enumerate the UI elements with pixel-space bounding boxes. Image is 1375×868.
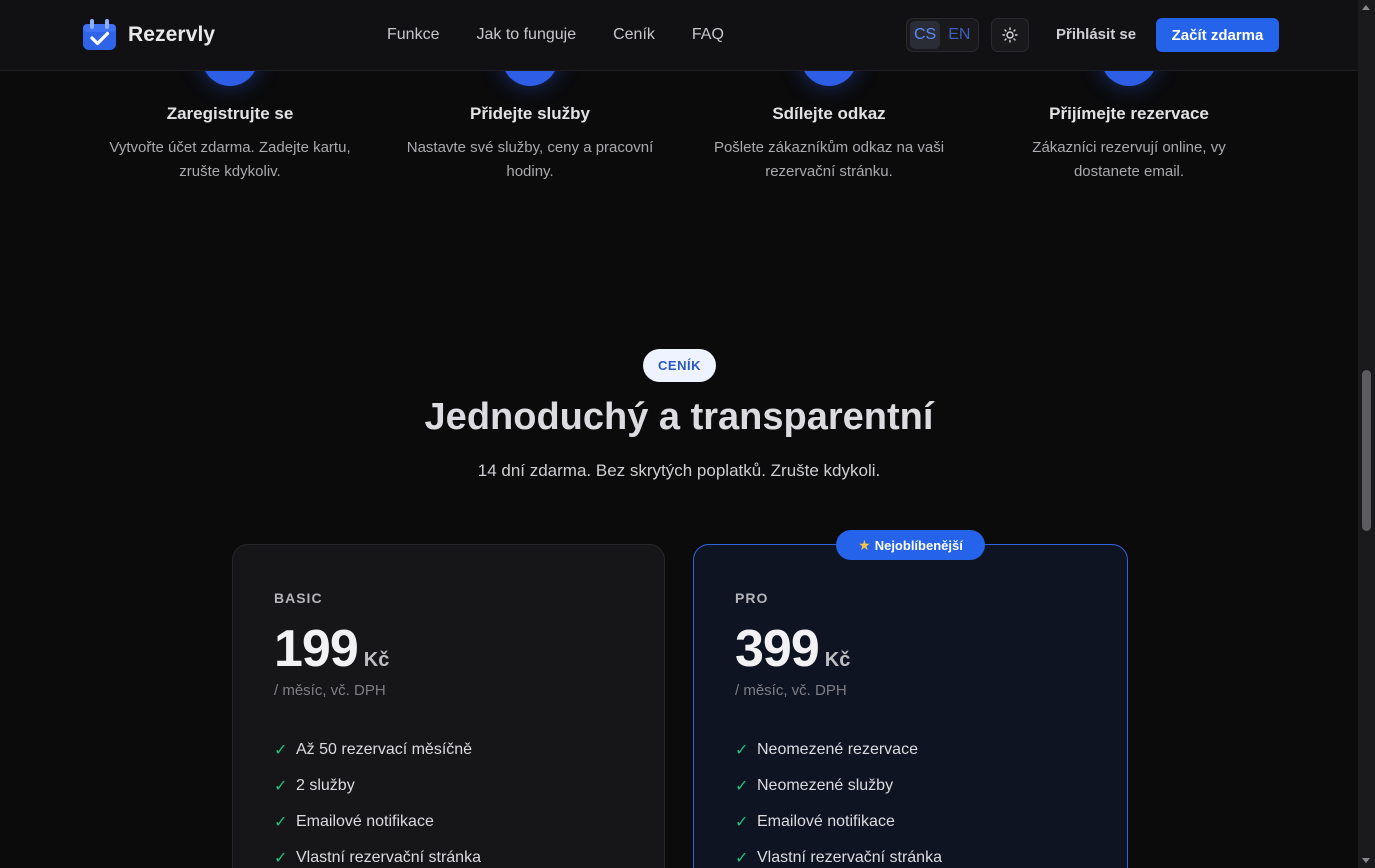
feature-item: ✓ Až 50 rezervací měsíčně xyxy=(274,732,481,768)
feature-text: Vlastní rezervační stránka xyxy=(757,849,942,866)
step-desc-line: Vytvořte účet zdarma. Zadejte kartu, xyxy=(109,139,351,156)
feature-list: ✓ Neomezené rezervace ✓ Neomezené služby ✓… xyxy=(735,732,942,868)
step-title: Zaregistrujte se xyxy=(166,104,294,123)
price-currency: Kč xyxy=(363,649,390,671)
scroll-down-arrow-icon[interactable] xyxy=(1362,858,1370,863)
step-title: Přidejte služby xyxy=(470,104,590,123)
star-icon: ★ xyxy=(858,536,871,553)
start-free-button[interactable]: Začít zdarma xyxy=(1156,18,1279,52)
logo[interactable]: Rezervly xyxy=(82,18,215,51)
login-link[interactable]: Přihlásit se xyxy=(1056,26,1136,43)
popular-badge-label: Nejoblíbenější xyxy=(874,537,963,553)
step-desc-line: Pošlete zákazníkům odkaz na vaši xyxy=(713,139,945,156)
check-icon: ✓ xyxy=(735,742,749,759)
price-period: / měsíc, vč. DPH xyxy=(274,682,386,699)
step-desc-line: rezervační stránku. xyxy=(765,163,893,180)
step-description: Pošlete zákazníkům odkaz na vaši rezerva… xyxy=(679,136,979,184)
feature-item: ✓ Neomezené rezervace xyxy=(735,732,942,768)
step-description: Vytvořte účet zdarma. Zadejte kartu, zru… xyxy=(80,136,380,184)
check-icon: ✓ xyxy=(274,742,288,759)
step-description: Zákazníci rezervují online, vy dostanete… xyxy=(979,136,1279,184)
lang-cs-button[interactable]: CS xyxy=(910,21,941,49)
step-desc-line: dostanete email. xyxy=(1073,163,1185,180)
nav-link-funkce[interactable]: Funkce xyxy=(387,26,439,44)
feature-list: ✓ Až 50 rezervací měsíčně ✓ 2 služby ✓ Emai… xyxy=(274,732,481,868)
step-desc-line: Zákazníci rezervují online, vy xyxy=(1032,139,1226,156)
feature-text: Vlastní rezervační stránka xyxy=(296,849,481,866)
feature-item: ✓ Vlastní rezervační stránka xyxy=(274,840,481,868)
check-icon: ✓ xyxy=(274,850,288,867)
price-amount: 199 xyxy=(274,620,359,678)
plan-name: BASIC xyxy=(274,590,323,606)
logo-text: Rezervly xyxy=(128,22,216,46)
step-4: Přijímejte rezervace Zákazníci rezervují… xyxy=(979,104,1279,184)
step-3: Sdílejte odkaz Pošlete zákazníkům odkaz … xyxy=(679,104,979,184)
feature-text: Až 50 rezervací měsíčně xyxy=(296,741,473,758)
nav-link-jak-to-funguje[interactable]: Jak to funguje xyxy=(476,26,576,44)
feature-item: ✓ 2 služby xyxy=(274,768,481,804)
feature-text: 2 služby xyxy=(296,777,355,794)
check-icon: ✓ xyxy=(735,850,749,867)
pricing-title: Jednoduchý a transparentní xyxy=(424,396,934,438)
top-navbar: Rezervly Funkce Jak to funguje Ceník FAQ… xyxy=(0,0,1358,71)
page-scrollbar[interactable] xyxy=(1358,0,1375,868)
feature-text: Emailové notifikace xyxy=(296,813,434,830)
feature-text: Neomezené služby xyxy=(757,777,894,794)
scrollbar-thumb[interactable] xyxy=(1362,370,1371,531)
price-amount: 399 xyxy=(735,620,820,678)
section-badge: CENÍK xyxy=(643,349,716,382)
step-desc-line: hodiny. xyxy=(506,163,554,180)
feature-text: Neomezené rezervace xyxy=(757,741,918,758)
feature-item: ✓ Neomezené služby xyxy=(735,768,942,804)
step-2: Přidejte služby Nastavte své služby, cen… xyxy=(380,104,680,184)
plan-card-pro: PRO 399 Kč / měsíc, vč. DPH ✓ Neomezené r… xyxy=(693,544,1128,868)
check-icon: ✓ xyxy=(735,814,749,831)
plan-price: 199 Kč xyxy=(274,619,389,679)
price-currency: Kč xyxy=(824,649,851,671)
step-title: Přijímejte rezervace xyxy=(1049,104,1209,123)
plan-price: 399 Kč xyxy=(735,619,850,679)
step-desc-line: Nastavte své služby, ceny a pracovní xyxy=(406,139,654,156)
price-period: / měsíc, vč. DPH xyxy=(735,682,847,699)
popular-badge: ★ Nejoblíbenější xyxy=(836,530,985,560)
pricing-subtitle: 14 dní zdarma. Bez skrytých poplatků. Zr… xyxy=(477,461,881,480)
theme-toggle-button[interactable] xyxy=(991,18,1029,52)
nav-link-faq[interactable]: FAQ xyxy=(692,26,724,44)
scroll-up-arrow-icon[interactable] xyxy=(1362,5,1370,10)
sun-icon xyxy=(1002,27,1018,43)
step-title: Sdílejte odkaz xyxy=(772,104,886,123)
step-description: Nastavte své služby, ceny a pracovní hod… xyxy=(380,136,680,184)
language-switcher: CS EN xyxy=(906,18,979,52)
feature-text: Emailové notifikace xyxy=(757,813,895,830)
nav-link-cenik[interactable]: Ceník xyxy=(613,26,655,44)
lang-en-button[interactable]: EN xyxy=(944,21,974,49)
check-icon: ✓ xyxy=(735,778,749,795)
step-desc-line: zrušte kdykoliv. xyxy=(179,163,281,180)
check-icon: ✓ xyxy=(274,814,288,831)
plan-card-basic: BASIC 199 Kč / měsíc, vč. DPH ✓ Až 50 rez… xyxy=(232,544,665,868)
calendar-check-icon xyxy=(83,19,116,50)
feature-item: ✓ Emailové notifikace xyxy=(735,804,942,840)
step-1: Zaregistrujte se Vytvořte účet zdarma. Z… xyxy=(80,104,380,184)
plan-name: PRO xyxy=(735,590,769,606)
main-nav: Funkce Jak to funguje Ceník FAQ xyxy=(387,26,724,44)
feature-item: ✓ Vlastní rezervační stránka xyxy=(735,840,942,868)
check-icon: ✓ xyxy=(274,778,288,795)
feature-item: ✓ Emailové notifikace xyxy=(274,804,481,840)
